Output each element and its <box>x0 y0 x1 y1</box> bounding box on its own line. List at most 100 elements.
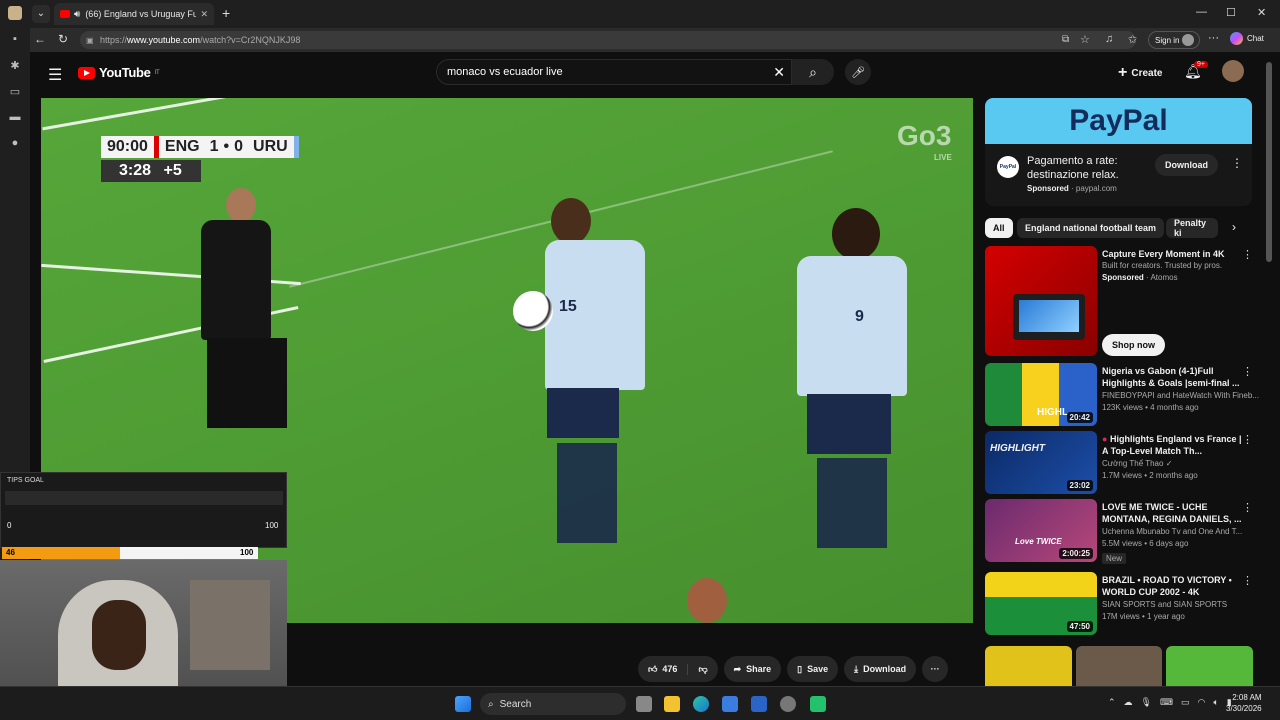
reload-icon[interactable]: ↻ <box>58 32 68 46</box>
wallet-icon[interactable]: ▬ <box>8 110 22 124</box>
tab-close-icon[interactable]: ✕ <box>200 9 208 20</box>
maximize-icon[interactable]: ☐ <box>1226 6 1236 19</box>
app-icon[interactable] <box>810 696 826 712</box>
puzzle-icon[interactable]: ✱ <box>8 58 22 72</box>
store-icon[interactable] <box>722 696 738 712</box>
settings-icon[interactable] <box>780 696 796 712</box>
file-explorer-icon[interactable] <box>664 696 680 712</box>
voice-search-button[interactable]: 🎤︎ <box>845 59 871 85</box>
url-field[interactable]: ▣ https://www.youtube.com/watch?v=Cr2NQN… <box>80 31 1136 49</box>
search-input[interactable]: monaco vs ecuador live ✕ <box>436 59 792 85</box>
close-window-icon[interactable]: ✕ <box>1257 6 1266 19</box>
sponsored-video[interactable]: Capture Every Moment in 4K Built for cre… <box>985 246 1255 356</box>
menu-icon[interactable]: ☰ <box>48 65 62 85</box>
like-dislike-group: 👍︎ 476 👎︎ <box>638 656 718 682</box>
volume-icon[interactable]: 🔈︎ <box>1213 697 1218 708</box>
cloud-icon[interactable]: ☁ <box>1124 697 1133 708</box>
stoppage-clock: 3:28 <box>119 162 152 179</box>
chips-next-icon[interactable]: › <box>1232 220 1236 234</box>
play-circle-icon[interactable]: ● <box>8 136 22 150</box>
browser-tab[interactable]: 🔊︎ (66) England vs Uruguay Full ✕ <box>54 3 214 25</box>
video-item[interactable]: HIGHLIGHT 23:02 ● Highlights England vs … <box>985 431 1255 495</box>
search-button[interactable]: ⌕ <box>792 59 834 85</box>
bookmark-icon: ▯ <box>797 663 803 674</box>
document-icon[interactable]: ▪ <box>8 32 22 46</box>
tips-goal-bar <box>5 491 283 505</box>
paypal-logo-icon: PayPal <box>997 156 1019 178</box>
more-actions-button[interactable]: ··· <box>922 656 949 682</box>
signin-button[interactable]: Sign in <box>1148 31 1200 49</box>
referee <box>201 188 291 468</box>
address-bar-row: ← ↻ ▣ https://www.youtube.com/watch?v=Cr… <box>30 28 1280 52</box>
paypal-brand: PayPal <box>1069 104 1168 137</box>
shop-now-button[interactable]: Shop now <box>1102 334 1165 356</box>
ad-line2: destinazione relax. <box>1027 169 1119 181</box>
minimize-icon[interactable]: — <box>1196 6 1207 18</box>
notifications-button[interactable]: 🔔︎ 9+ <box>1184 61 1208 80</box>
video-more-icon[interactable]: ⋮ <box>1242 365 1253 378</box>
keyboard-icon[interactable]: ⌨ <box>1160 697 1173 708</box>
create-button[interactable]: + Create <box>1118 64 1162 82</box>
clock[interactable]: 2:08 AM 3/30/2026 <box>1226 692 1262 714</box>
video-title: BRAZIL • ROAD TO VICTORY • WORLD CUP 200… <box>1102 575 1232 597</box>
browser-title-bar: ⌄ 🔊︎ (66) England vs Uruguay Full ✕ + — … <box>0 0 1280 28</box>
video-more-icon[interactable]: ⋮ <box>1242 248 1253 261</box>
video-thumbnail[interactable] <box>1075 646 1163 686</box>
video-item[interactable]: HIGHL 20:42 Nigeria vs Gabon (4-1)Full H… <box>985 363 1259 427</box>
wifi-icon[interactable]: ◠ <box>1198 697 1206 708</box>
edge-icon[interactable] <box>693 696 709 712</box>
save-button[interactable]: ▯ Save <box>787 656 839 682</box>
video-thumbnail[interactable] <box>1166 646 1254 686</box>
scrollbar[interactable] <box>1266 62 1272 262</box>
new-tab-button[interactable]: + <box>222 5 230 21</box>
recommendations-sidebar: PayPal PayPal Pagamento a rate: destinaz… <box>985 98 1259 686</box>
dislike-button[interactable]: 👎︎ <box>688 664 717 675</box>
mic-tray-icon[interactable]: 🎙︎ <box>1141 697 1152 708</box>
chip-all[interactable]: All <box>985 218 1013 238</box>
tab-actions-icon[interactable] <box>8 6 22 20</box>
chevron-up-icon[interactable]: ⌃ <box>1108 697 1116 708</box>
video-title: Highlights England vs France | A Top-Lev… <box>1102 434 1242 456</box>
speaker-icon[interactable]: 🔊︎ <box>74 9 80 20</box>
favorite-star-icon[interactable]: ☆ <box>1080 33 1090 46</box>
paypal-ad[interactable]: PayPal PayPal Pagamento a rate: destinaz… <box>985 98 1252 206</box>
youtube-logo[interactable]: YouTube IT <box>78 65 160 80</box>
ad-more-icon[interactable]: ⋮ <box>1231 156 1243 170</box>
video-more-icon[interactable]: ⋮ <box>1242 433 1253 446</box>
media-icon[interactable]: ♫ <box>1105 33 1113 45</box>
video-item[interactable]: 47:50 BRAZIL • ROAD TO VICTORY • WORLD C… <box>985 572 1255 636</box>
video-thumbnail[interactable] <box>985 646 1072 686</box>
tips-goal-panel: TIPS GOAL 0 100 <box>0 472 287 548</box>
tab-list-button[interactable]: ⌄ <box>32 5 50 23</box>
bar1-min: 0 <box>7 521 12 530</box>
save-label: Save <box>807 664 829 674</box>
region-code: IT <box>154 69 160 76</box>
video-thumbnail: HIGHL 20:42 <box>985 363 1097 426</box>
more-menu-icon[interactable]: ··· <box>1208 32 1219 44</box>
pitch-line <box>42 98 240 131</box>
clear-search-icon[interactable]: ✕ <box>773 64 785 81</box>
desktop-icon[interactable]: ▭ <box>1181 697 1190 708</box>
like-button[interactable]: 👍︎ 476 <box>638 663 689 675</box>
video-item[interactable]: Love TWICE 2:00:25 LOVE ME TWICE - UCHE … <box>985 499 1255 564</box>
progress-current: 46 <box>6 548 15 557</box>
download-button[interactable]: ⤓ Download <box>844 656 917 682</box>
chip-england[interactable]: England national football team <box>1017 218 1165 238</box>
task-view-icon[interactable] <box>636 696 652 712</box>
share-button[interactable]: ➦ Share <box>723 656 782 682</box>
chip-penalty[interactable]: Penalty ki <box>1166 218 1218 238</box>
account-avatar[interactable] <box>1222 60 1244 82</box>
extension-icon[interactable]: ⧉ <box>1062 34 1069 45</box>
start-icon[interactable] <box>455 696 471 712</box>
ad-download-button[interactable]: Download <box>1155 154 1218 176</box>
shop-icon[interactable]: ▭ <box>8 84 22 98</box>
taskbar-search[interactable]: ⌕ Search <box>480 693 626 715</box>
copilot-chat-button[interactable]: Chat <box>1230 32 1264 45</box>
back-icon[interactable]: ← <box>34 32 46 46</box>
favorites-icon[interactable]: ✩ <box>1128 33 1137 46</box>
video-channel: Cường Thể Thao <box>1102 459 1164 468</box>
outlook-icon[interactable] <box>751 696 767 712</box>
video-more-icon[interactable]: ⋮ <box>1242 501 1253 514</box>
video-actions: 👍︎ 476 👎︎ ➦ Share ▯ Save ⤓ Download ··· <box>638 656 949 682</box>
video-more-icon[interactable]: ⋮ <box>1242 574 1253 587</box>
